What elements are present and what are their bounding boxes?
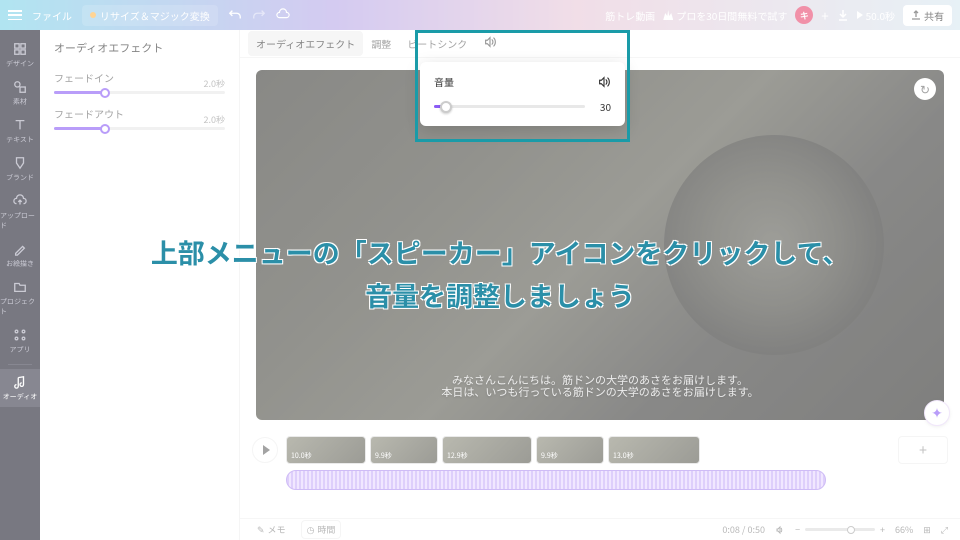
add-clip-button[interactable]: + [898, 436, 948, 464]
expand-icon[interactable]: ⤢ [941, 523, 948, 536]
share-button[interactable]: 共有 [903, 5, 952, 26]
volume-popover: 音量 30 [420, 62, 625, 126]
tab-adjust[interactable]: 調整 [363, 31, 399, 56]
undo-icon[interactable] [228, 8, 242, 22]
video-clip[interactable]: 13.0秒 [608, 436, 700, 464]
speaker-icon[interactable] [597, 75, 611, 89]
avatar[interactable]: キ [795, 6, 813, 24]
tab-volume[interactable] [475, 30, 505, 57]
sidebar-item-audio[interactable]: オーディオ [0, 369, 40, 407]
mute-icon[interactable] [775, 525, 785, 535]
effects-panel: オーディオエフェクト フェードイン 2.0秒 フェードアウト 2.0秒 [40, 30, 240, 540]
sidebar-item-text[interactable]: テキスト [0, 112, 40, 150]
trial-button[interactable]: プロを30日間無料で試す [663, 8, 787, 23]
zoom-control[interactable]: − + [795, 523, 885, 536]
upload-icon [911, 10, 921, 20]
sidebar-item-draw[interactable]: お絵描き [0, 236, 40, 274]
grid-icon[interactable]: ⊞ [923, 523, 931, 536]
memo-button[interactable]: ✎ メモ [252, 521, 291, 538]
sidebar-item-elements[interactable]: 素材 [0, 74, 40, 112]
volume-label: 音量 [434, 74, 454, 89]
tab-effects[interactable]: オーディオエフェクト [248, 31, 363, 56]
play-icon [857, 11, 863, 19]
file-menu[interactable]: ファイル [32, 8, 72, 23]
time-tab-button[interactable]: ◷ 時間 [301, 520, 342, 539]
fadein-slider[interactable]: 2.0秒 [54, 91, 225, 94]
cloud-icon[interactable] [276, 8, 290, 22]
zoom-value: 66% [895, 523, 913, 536]
add-user-icon[interactable]: + [821, 6, 828, 25]
caption-2: 本日は、いつも行っている筋ドンの大学のあさをお届けします。 [441, 384, 758, 400]
fadein-label: フェードイン [54, 70, 225, 85]
fadeout-row: フェードアウト 2.0秒 [54, 106, 225, 130]
fadeout-slider[interactable]: 2.0秒 [54, 127, 225, 130]
refresh-icon[interactable]: ↻ [914, 78, 936, 100]
volume-slider[interactable] [434, 105, 585, 108]
tab-beatsync[interactable]: ビートシンク [399, 31, 475, 56]
panel-title: オーディオエフェクト [54, 40, 225, 56]
crown-icon [663, 10, 673, 20]
resize-button[interactable]: リサイズ＆マジック変換 [82, 5, 218, 26]
video-clip[interactable]: 12.9秒 [442, 436, 532, 464]
video-clip[interactable]: 10.0秒 [286, 436, 366, 464]
speaker-icon [483, 35, 497, 49]
clips-track[interactable]: 10.0秒9.9秒12.9秒9.9秒13.0秒 [286, 436, 890, 464]
volume-value: 30 [593, 99, 611, 114]
play-icon [263, 445, 270, 455]
project-title[interactable]: 筋トレ動画 [605, 8, 655, 23]
audio-track[interactable] [286, 470, 826, 490]
fadeout-label: フェードアウト [54, 106, 225, 121]
play-duration[interactable]: 50.0秒 [857, 8, 895, 23]
sidebar: デザイン 素材 テキスト ブランド アップロード お絵描き プロジェクト アプリ… [0, 30, 40, 540]
playback-time: 0:08 / 0:50 [722, 523, 765, 536]
timeline-play-button[interactable] [252, 437, 278, 463]
sidebar-item-apps[interactable]: アプリ [0, 322, 40, 360]
sidebar-item-project[interactable]: プロジェクト [0, 274, 40, 322]
bottom-bar: ✎ メモ ◷ 時間 0:08 / 0:50 − + 66% ⊞ ⤢ [240, 518, 960, 540]
download-icon[interactable] [837, 9, 849, 21]
fadein-row: フェードイン 2.0秒 [54, 70, 225, 94]
sidebar-item-design[interactable]: デザイン [0, 36, 40, 74]
canvas-tabs: オーディオエフェクト 調整 ビートシンク [240, 30, 960, 58]
sidebar-item-upload[interactable]: アップロード [0, 188, 40, 236]
sidebar-item-brand[interactable]: ブランド [0, 150, 40, 188]
video-clip[interactable]: 9.9秒 [370, 436, 438, 464]
fab-add[interactable]: ✦ [924, 400, 950, 426]
video-clip[interactable]: 9.9秒 [536, 436, 604, 464]
top-bar: ファイル リサイズ＆マジック変換 筋トレ動画 プロを30日間無料で試す キ + … [0, 0, 960, 30]
redo-icon[interactable] [252, 8, 266, 22]
timeline: 10.0秒9.9秒12.9秒9.9秒13.0秒 + [240, 430, 960, 520]
menu-icon[interactable] [8, 10, 22, 20]
